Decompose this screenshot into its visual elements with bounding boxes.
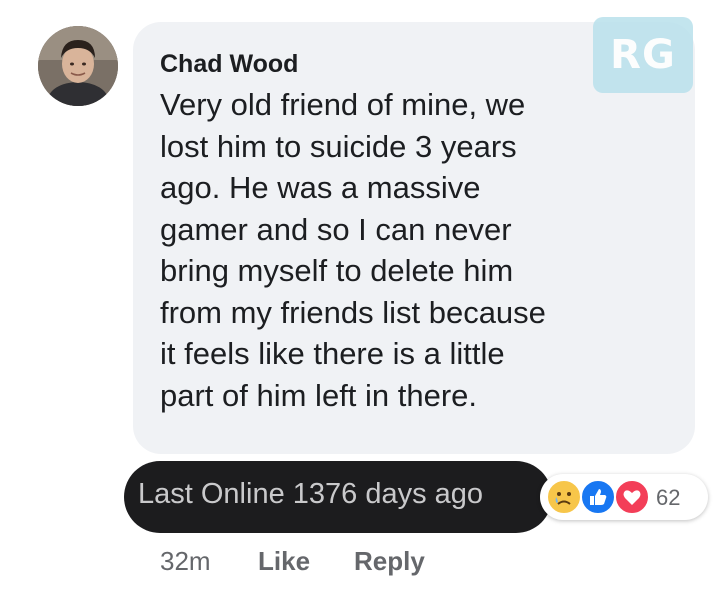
reactions-summary[interactable]: 62	[540, 474, 708, 520]
avatar[interactable]	[38, 26, 118, 106]
reply-button[interactable]: Reply	[354, 546, 425, 577]
like-icon	[580, 479, 616, 515]
like-button[interactable]: Like	[258, 546, 310, 577]
comment-text: Very old friend of mine, we lost him to …	[160, 87, 546, 413]
last-online-text: Last Online 1376 days ago	[138, 478, 484, 510]
comment-card: Chad Wood Very old friend of mine, we lo…	[0, 0, 720, 593]
reaction-count: 62	[656, 485, 681, 510]
watermark-logo: RG	[593, 17, 693, 93]
comment-timestamp[interactable]: 32m	[160, 546, 211, 577]
comment-author[interactable]: Chad Wood	[160, 50, 298, 79]
love-icon	[614, 479, 650, 515]
sad-icon	[546, 479, 582, 515]
avatar-image	[38, 26, 118, 106]
